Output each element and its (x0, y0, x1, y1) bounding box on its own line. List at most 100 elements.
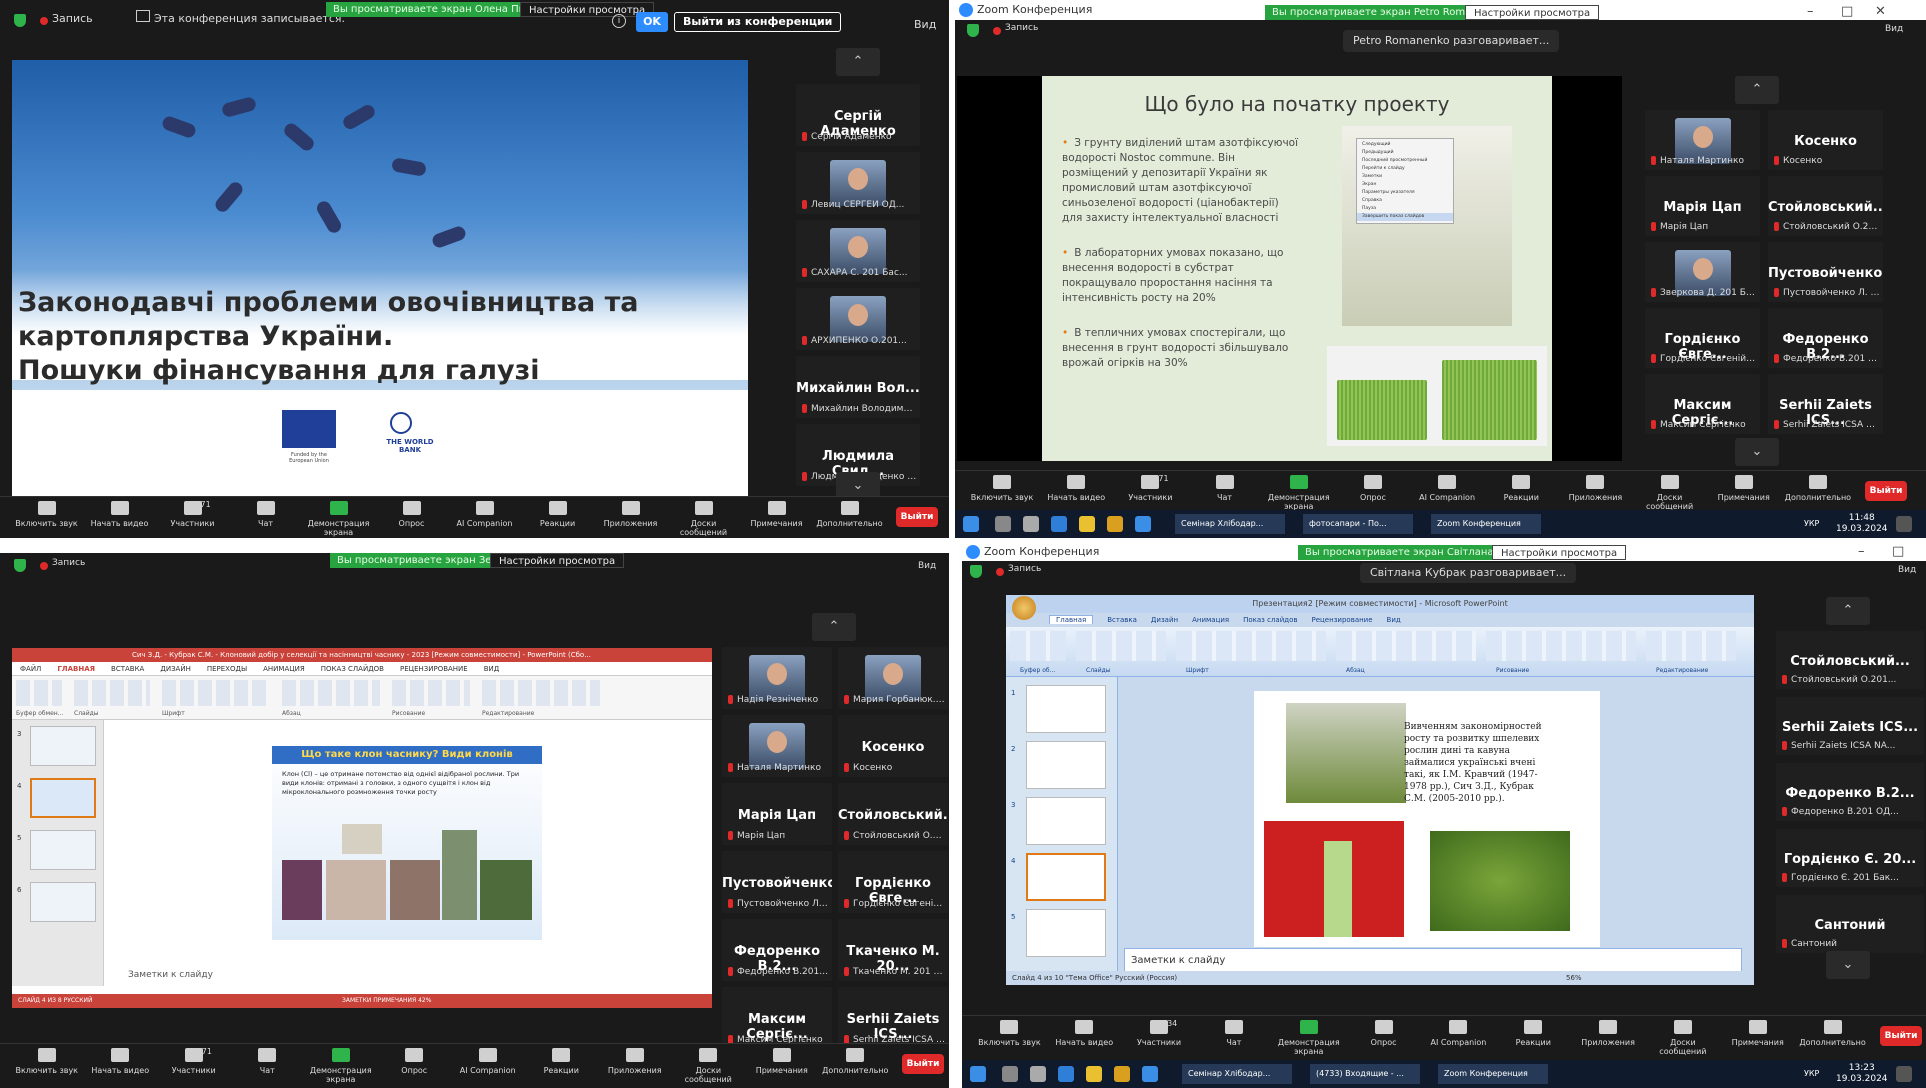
participant-tile[interactable]: Стойловський... Стойловський О.201... (1776, 631, 1924, 689)
toolbar-2-button[interactable]: Начать видео (84, 1048, 158, 1075)
language-indicator[interactable]: УКР (1804, 1069, 1819, 1078)
participant-tile[interactable]: Михайлин Вол... Михайлин Володимир, (... (796, 356, 920, 418)
ppt-menu-8[interactable]: РЕЦЕНЗИРОВАНИЕ (400, 665, 468, 673)
toolbar-12-button[interactable]: Дополнительно (1781, 475, 1855, 502)
participant-tile[interactable]: Serhii Zaiets ICS... Serhii Zaiets ICSA N… (1776, 697, 1924, 755)
participant-tile[interactable]: Serhii Zaiets ICS... Serhii Zaiets ICSA N… (1768, 374, 1883, 434)
toolbar-4-button[interactable]: Чат (1188, 475, 1262, 502)
ribbon-tab-7[interactable]: Вид (1387, 616, 1401, 624)
ribbon-buttons[interactable] (162, 680, 270, 706)
participant-tile[interactable]: Гордієнко Євге...Гордієнко Євгеній 20... (1645, 308, 1760, 368)
ppt-menu-1[interactable]: ФАЙЛ (20, 665, 41, 673)
context-menu-item[interactable]: Перейти к слайду (1357, 165, 1453, 173)
edge-icon[interactable] (1051, 516, 1067, 532)
toolbar-6-button[interactable]: Опрос (1336, 475, 1410, 502)
slide-thumbnail[interactable] (30, 830, 96, 870)
ribbon-tab-4[interactable]: Анимация (1192, 616, 1229, 624)
ppt-menu-3[interactable]: ВСТАВКА (111, 665, 144, 673)
ppt-menu-9[interactable]: ВИД (484, 665, 500, 673)
ribbon-buttons[interactable] (482, 680, 600, 706)
participant-tile[interactable]: Пустовойченко... Пустовойченко Л. 20... (1768, 242, 1883, 302)
toolbar-7-button[interactable]: AI Companion (1410, 475, 1484, 502)
slide-thumbnail[interactable] (1026, 685, 1106, 733)
ribbon-buttons[interactable] (1176, 631, 1326, 661)
view-settings-button[interactable]: Настройки просмотра (1465, 5, 1600, 20)
ribbon-buttons[interactable] (282, 680, 380, 706)
ppt-menu-7[interactable]: ПОКАЗ СЛАЙДОВ (321, 665, 384, 673)
participant-tile[interactable]: Косенко Косенко (1768, 110, 1883, 170)
minimize-icon[interactable]: – (1858, 543, 1865, 561)
file-explorer-icon[interactable] (1086, 1066, 1102, 1082)
zoom-level[interactable]: 56% (1566, 971, 1582, 985)
toolbar-8-button[interactable]: Реакции (521, 501, 594, 528)
ribbon-tab-6[interactable]: Рецензирование (1312, 616, 1373, 624)
participant-tile[interactable]: Стойловський... Стойловський О.201... (838, 783, 948, 845)
scroll-down-button[interactable]: ⌄ (1826, 951, 1870, 979)
toolbar-10-button[interactable]: Доски сообщений (1633, 475, 1707, 511)
ribbon-tab-3[interactable]: Дизайн (1151, 616, 1178, 624)
view-button[interactable]: Вид (1885, 24, 1903, 34)
context-menu-item[interactable]: Параметры указателя (1357, 189, 1453, 197)
folder-icon[interactable] (1114, 1066, 1130, 1082)
toolbar-7-button[interactable]: AI Companion (451, 1048, 525, 1075)
participant-tile[interactable]: Марія Цап Марія Цап (722, 783, 832, 845)
scroll-up-button[interactable]: ⌃ (812, 613, 856, 641)
participant-tile[interactable]: АРХИПЕНКО О.201... (796, 288, 920, 350)
slide-thumbnail[interactable] (30, 778, 96, 818)
slide-thumbnail[interactable] (30, 726, 96, 766)
toolbar-11-button[interactable]: Примечания (740, 501, 813, 528)
participant-tile[interactable]: Косенко Косенко (838, 715, 948, 777)
toolbar-6-button[interactable]: Опрос (375, 501, 448, 528)
toolbar-7-button[interactable]: AI Companion (1421, 1020, 1496, 1047)
participant-tile[interactable]: Федоренко В.2...Федоренко В.201 ОД... (722, 919, 832, 981)
toolbar-9-button[interactable]: Приложения (598, 1048, 672, 1075)
slide-thumbnail[interactable] (1026, 909, 1106, 957)
notes-pane[interactable]: Заметки к слайду (1124, 948, 1742, 972)
leave-button[interactable]: Выйти (896, 507, 938, 527)
ribbon-buttons[interactable] (1010, 631, 1066, 661)
ribbon-buttons[interactable] (74, 680, 150, 706)
toolbar-7-button[interactable]: AI Companion (448, 501, 521, 528)
task-view-icon[interactable] (1023, 516, 1039, 532)
task-view-icon[interactable] (1030, 1066, 1046, 1082)
participant-tile[interactable]: Сергій Адаменко Сергій Адаменко (796, 84, 920, 146)
edge-icon[interactable] (1058, 1066, 1074, 1082)
participant-tile[interactable]: Гордієнко Євге...Гордієнко Євгеній 20... (838, 851, 948, 913)
info-icon[interactable]: i (612, 14, 626, 28)
notifications-icon[interactable] (1896, 516, 1912, 532)
toolbar-3-button[interactable]: Участники (1122, 1020, 1197, 1047)
language-indicator[interactable]: УКР (1804, 519, 1819, 528)
context-menu-item[interactable]: Завершить показ слайдов (1357, 213, 1453, 221)
slide-thumbnail[interactable] (30, 882, 96, 922)
store-icon[interactable] (1142, 1066, 1158, 1082)
toolbar-6-button[interactable]: Опрос (1346, 1020, 1421, 1047)
participant-tile[interactable]: Ткаченко М. 20...Ткаченко М. 201 Бак... (838, 919, 948, 981)
leave-meeting-button[interactable]: Выйти из конференции (674, 12, 842, 32)
slide-thumbnail[interactable] (1026, 741, 1106, 789)
participant-tile[interactable]: Надія Резніченко (722, 647, 832, 709)
toolbar-6-button[interactable]: Опрос (378, 1048, 452, 1075)
toolbar-2-button[interactable]: Начать видео (1047, 1020, 1122, 1047)
view-button[interactable]: Вид (918, 561, 936, 571)
participant-tile[interactable]: Мария Горбанюк. Ч... (838, 647, 948, 709)
ribbon-buttons[interactable] (1076, 631, 1166, 661)
ppt-menu-4[interactable]: ДИЗАЙН (160, 665, 190, 673)
scroll-up-button[interactable]: ⌃ (1735, 76, 1779, 104)
windows-start-icon[interactable] (970, 1066, 986, 1082)
ppt-menu-6[interactable]: АНИМАЦИЯ (263, 665, 305, 673)
toolbar-4-button[interactable]: Чат (231, 1048, 305, 1075)
clock[interactable]: 11:48 19.03.2024 (1836, 513, 1888, 535)
toolbar-9-button[interactable]: Приложения (594, 501, 667, 528)
view-settings-button[interactable]: Настройки просмотра (520, 2, 655, 17)
leave-button[interactable]: Выйти (1880, 1026, 1922, 1046)
search-icon[interactable] (1002, 1066, 1018, 1082)
context-menu-item[interactable]: Следующий (1357, 141, 1453, 149)
toolbar-5-button[interactable]: Демонстрация экрана (302, 501, 375, 537)
maximize-icon[interactable]: □ (1892, 543, 1904, 561)
taskbar-app-3[interactable]: Zoom Конференция (1431, 514, 1541, 534)
scroll-up-button[interactable]: ⌃ (836, 48, 880, 76)
participant-tile[interactable]: Федоренко В.2...Федоренко В.201 ОД... (1776, 763, 1924, 821)
context-menu-item[interactable]: Экран (1357, 181, 1453, 189)
toolbar-2-button[interactable]: Начать видео (1039, 475, 1113, 502)
toolbar-4-button[interactable]: Чат (1197, 1020, 1272, 1047)
